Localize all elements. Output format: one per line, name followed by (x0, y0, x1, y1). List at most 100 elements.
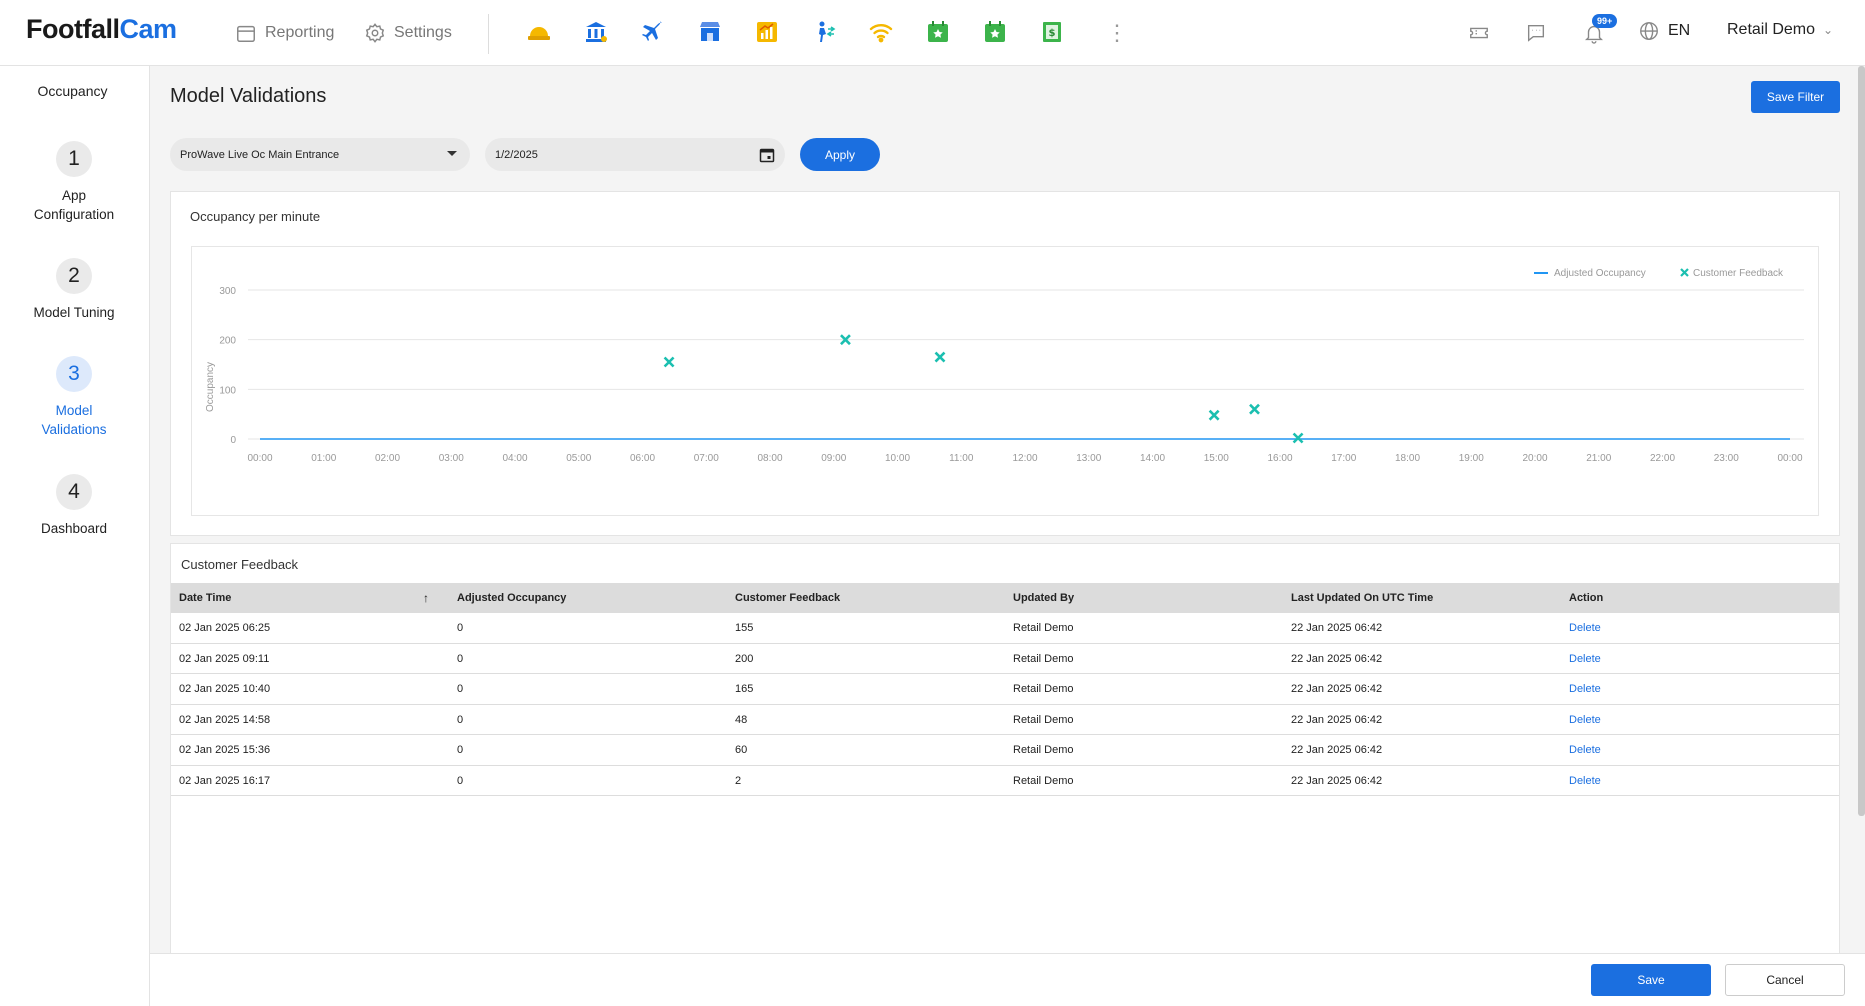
table-row: 02 Jan 2025 06:25 0 155 Retail Demo 22 Jan 2… (171, 613, 1839, 644)
chat-icon (1519, 16, 1553, 50)
x-tick-label: 20:00 (1522, 453, 1547, 464)
user-menu[interactable]: Retail Demo ⌄ (1727, 21, 1833, 39)
x-tick-label: 02:00 (375, 453, 400, 464)
chart-legend: Adjusted Occupancy Customer Feedback (1534, 268, 1784, 279)
x-tick-label: 12:00 (1012, 453, 1037, 464)
legend-cross-marker (1680, 268, 1689, 277)
x-tick-label: 15:00 (1204, 453, 1229, 464)
delete-link[interactable]: Delete (1561, 735, 1839, 765)
table-cell: 02 Jan 2025 10:40 (179, 683, 271, 695)
header-divider (488, 14, 489, 54)
save-filter-button[interactable]: Save Filter (1751, 81, 1840, 113)
calendar-star-icon[interactable] (980, 17, 1010, 47)
site-select[interactable]: ProWave Live Oc Main Entrance (170, 138, 470, 171)
person-transfer-icon[interactable] (809, 17, 839, 47)
y-tick-label: 300 (219, 286, 236, 297)
feedback-point[interactable] (1292, 432, 1304, 444)
ticket-button[interactable] (1462, 16, 1496, 50)
step-model-tuning[interactable]: 2 Model Tuning (0, 258, 148, 322)
legend-adjusted-occupancy: Adjusted Occupancy (1554, 268, 1646, 279)
delete-link[interactable]: Delete (1561, 766, 1839, 796)
x-tick-label: 06:00 (630, 453, 655, 464)
x-tick-label: 19:00 (1459, 453, 1484, 464)
x-tick-label: 21:00 (1586, 453, 1611, 464)
messages-button[interactable] (1519, 16, 1553, 50)
delete-link[interactable]: Delete (1561, 674, 1839, 704)
table-cell: 22 Jan 2025 06:42 (1291, 683, 1383, 695)
x-tick-label: 23:00 (1714, 453, 1739, 464)
step-dashboard[interactable]: 4 Dashboard (0, 474, 148, 538)
app-shortcuts: $ (524, 17, 1067, 47)
wizard-sidebar: Occupancy 1 App Configuration 2 Model Tu… (0, 66, 150, 1006)
x-tick-label: 11:00 (949, 453, 974, 464)
feedback-point[interactable] (1208, 409, 1220, 421)
gear-icon (365, 23, 385, 43)
table-cell: 22 Jan 2025 06:42 (1291, 744, 1383, 756)
feedback-point[interactable] (1249, 403, 1260, 415)
table-cell: Retail Demo (1013, 683, 1074, 695)
currency-note-icon[interactable]: $ (1037, 17, 1067, 47)
store-icon[interactable] (695, 17, 725, 47)
x-tick-label: 01:00 (311, 453, 336, 464)
x-tick-label: 10:00 (885, 453, 910, 464)
sort-arrow-icon[interactable]: ↑ (423, 583, 429, 613)
step-number: 2 (56, 258, 92, 294)
table-cell: 02 Jan 2025 06:25 (179, 622, 271, 634)
page-scrollbar[interactable] (1858, 66, 1865, 816)
occupancy-chart: Adjusted Occupancy Customer Feedback Occ… (191, 246, 1819, 516)
ticket-icon (1462, 16, 1496, 50)
apply-button[interactable]: Apply (800, 138, 880, 171)
user-name: Retail Demo (1727, 21, 1816, 38)
column-updated-by[interactable]: Updated By (1005, 583, 1283, 613)
date-value: 1/2/2025 (495, 149, 538, 161)
calendar-star-icon[interactable] (923, 17, 953, 47)
delete-link[interactable]: Delete (1561, 705, 1839, 735)
chevron-down-icon: ⌄ (1823, 23, 1834, 37)
x-tick-label: 05:00 (566, 453, 591, 464)
calendar-icon[interactable] (759, 147, 775, 163)
table-cell: 0 (457, 774, 464, 787)
table-row: 02 Jan 2025 10:40 0 165 Retail Demo 22 Jan 2… (171, 674, 1839, 705)
top-bar: FootfallCam Reporting Settings $ ⋮ 99+ E… (0, 0, 1865, 66)
calendar-icon (237, 25, 255, 42)
y-tick-label: 100 (219, 385, 236, 396)
x-tick-label: 07:00 (694, 453, 719, 464)
nav-settings[interactable]: Settings (364, 22, 452, 44)
date-input[interactable]: 1/2/2025 (485, 138, 785, 171)
nav-reporting[interactable]: Reporting (235, 22, 334, 44)
delete-link[interactable]: Delete (1561, 644, 1839, 674)
column-adjusted-occupancy[interactable]: Adjusted Occupancy (449, 583, 727, 613)
table-cell: 02 Jan 2025 09:11 (179, 652, 270, 665)
svg-text:$: $ (1049, 28, 1056, 39)
table-cell: 02 Jan 2025 15:36 (179, 744, 271, 756)
feedback-point[interactable] (934, 351, 946, 363)
column-last-updated[interactable]: Last Updated On UTC Time (1283, 583, 1561, 613)
feedback-point[interactable] (663, 356, 675, 368)
table-header: Date Time ↑ Adjusted Occupancy Customer F… (171, 583, 1839, 613)
chart-svg: Adjusted Occupancy Customer Feedback Occ… (205, 268, 1804, 464)
step-app-configuration[interactable]: 1 App Configuration (0, 141, 148, 224)
more-apps-icon[interactable]: ⋮ (1106, 19, 1128, 47)
column-date-time[interactable]: Date Time ↑ (171, 583, 449, 613)
globe-icon (1640, 22, 1658, 40)
save-button[interactable]: Save (1591, 964, 1711, 996)
step-model-validations[interactable]: 3 Model Validations (0, 356, 148, 439)
table-cell: 02 Jan 2025 16:17 (179, 774, 271, 787)
table-cell: 0 (457, 744, 464, 756)
bank-icon[interactable] (581, 17, 611, 47)
growth-chart-icon[interactable] (752, 17, 782, 47)
hardhat-icon[interactable] (524, 17, 554, 47)
notifications-badge: 99+ (1592, 14, 1618, 28)
language-selector[interactable]: EN (1638, 20, 1690, 42)
column-customer-feedback[interactable]: Customer Feedback (727, 583, 1005, 613)
step-number: 3 (56, 356, 92, 392)
y-tick-label: 0 (230, 435, 236, 446)
x-tick-label: 18:00 (1395, 453, 1420, 464)
delete-link[interactable]: Delete (1561, 613, 1839, 643)
footfallcam-logo[interactable]: FootfallCam (26, 14, 177, 45)
cancel-button[interactable]: Cancel (1725, 964, 1845, 996)
table-cell: 22 Jan 2025 06:42 (1291, 774, 1383, 787)
wifi-icon[interactable] (866, 17, 896, 47)
legend-customer-feedback: Customer Feedback (1693, 268, 1784, 279)
airplane-icon[interactable] (638, 17, 668, 47)
